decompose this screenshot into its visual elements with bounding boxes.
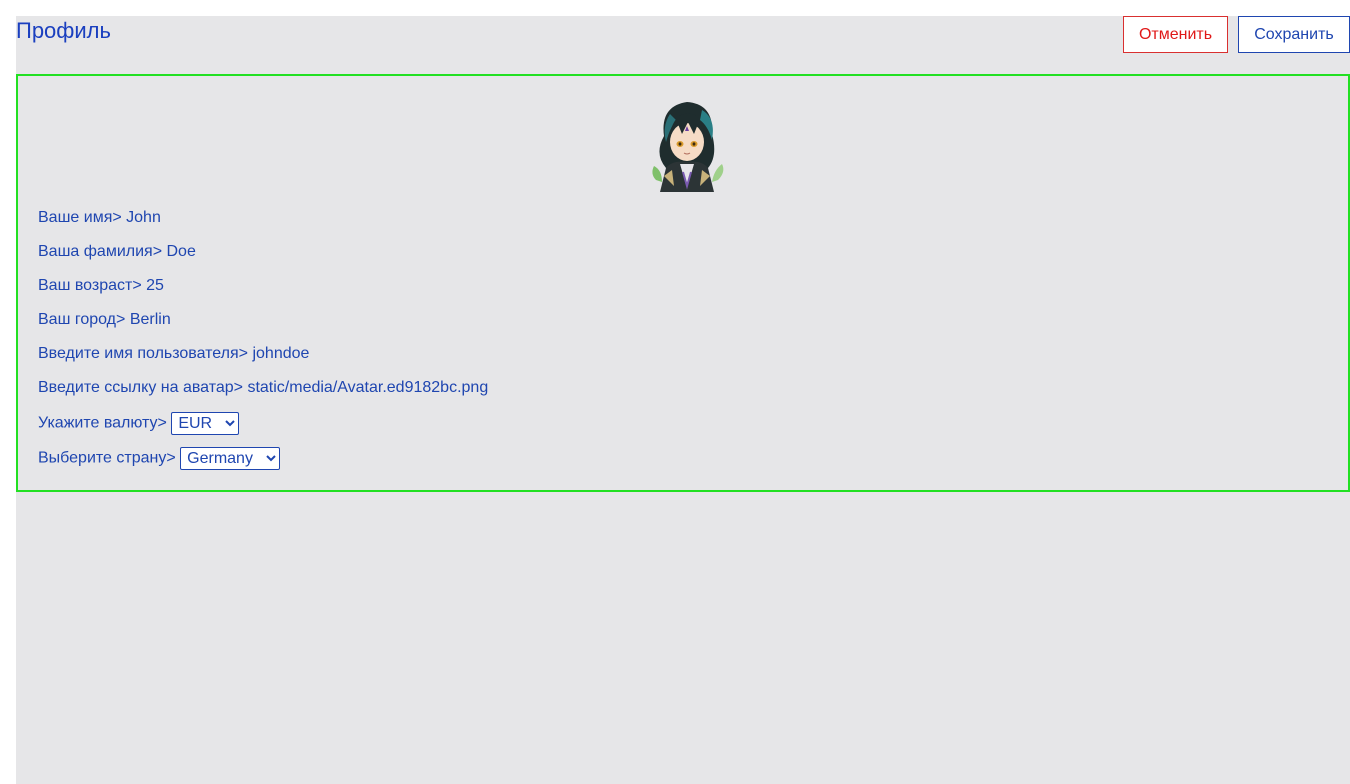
last-name-value[interactable]: Doe (166, 243, 195, 260)
first-name-value[interactable]: John (126, 209, 161, 226)
save-button[interactable]: Сохранить (1238, 16, 1350, 53)
cancel-button[interactable]: Отменить (1123, 16, 1228, 53)
city-value[interactable]: Berlin (130, 311, 171, 328)
age-label: Ваш возраст> (38, 277, 147, 294)
profile-card: Ваше имя> John Ваша фамилия> Doe Ваш воз… (16, 74, 1350, 492)
age-value[interactable]: 25 (146, 277, 164, 294)
field-last-name: Ваша фамилия> Doe (38, 242, 488, 276)
last-name-label: Ваша фамилия> (38, 243, 167, 260)
currency-select[interactable]: EUR (171, 412, 240, 435)
username-value[interactable]: johndoe (252, 345, 309, 362)
page-title: Профиль (16, 18, 111, 43)
field-first-name: Ваше имя> John (38, 208, 488, 242)
field-avatar-url: Введите ссылку на аватар> static/media/A… (38, 378, 488, 412)
field-country: Выберите страну> Germany (38, 447, 488, 482)
field-currency: Укажите валюту> EUR (38, 412, 488, 447)
field-age: Ваш возраст> 25 (38, 276, 488, 310)
avatar (652, 102, 724, 192)
profile-page: Профиль Отменить Сохранить Ваше имя> Joh… (16, 16, 1350, 784)
country-select[interactable]: Germany (180, 447, 281, 470)
field-city: Ваш город> Berlin (38, 310, 488, 344)
username-label: Введите имя пользователя> (38, 345, 253, 362)
avatar-url-label: Введите ссылку на аватар> (38, 379, 248, 396)
first-name-label: Ваше имя> (38, 209, 127, 226)
currency-label: Укажите валюту> (38, 414, 172, 432)
city-label: Ваш город> (38, 311, 130, 328)
field-username: Введите имя пользователя> johndoe (38, 344, 488, 378)
country-label: Выберите страну> (38, 449, 181, 467)
avatar-url-value[interactable]: static/media/Avatar.ed9182bc.png (247, 379, 488, 396)
profile-fields: Ваше имя> John Ваша фамилия> Doe Ваш воз… (38, 208, 488, 482)
